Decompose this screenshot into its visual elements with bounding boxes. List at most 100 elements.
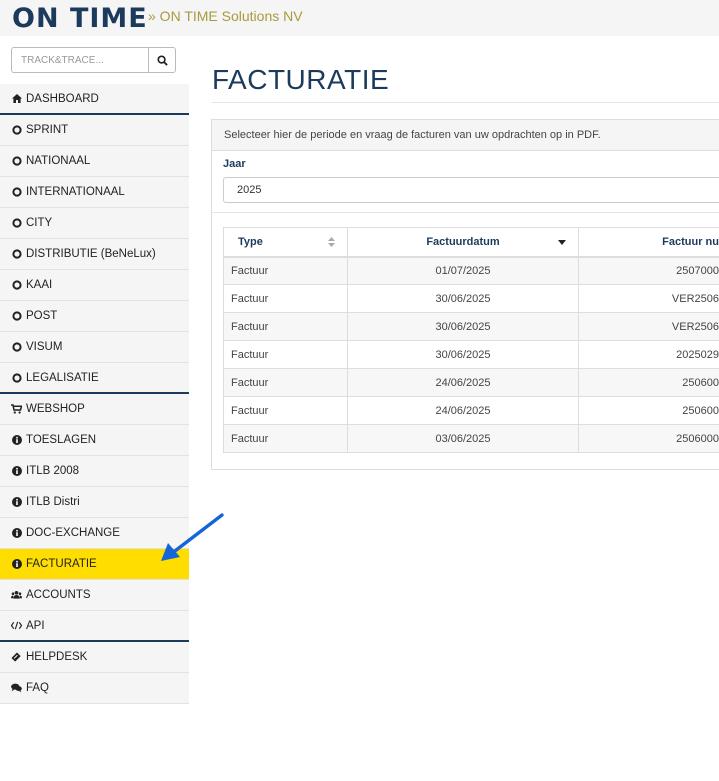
cell-invoice-number: 250600 xyxy=(578,368,719,397)
cell-invoice-number: VER2506 xyxy=(578,312,719,341)
sidebar-item-label: ITLB 2008 xyxy=(26,465,80,477)
circle-o-icon xyxy=(11,311,22,321)
sort-desc-icon xyxy=(558,240,566,245)
circle-o-icon xyxy=(11,187,22,197)
sidebar-item-city[interactable]: CITY xyxy=(0,208,189,239)
logo-text: ON TIME xyxy=(12,2,148,34)
cell-invoice-date: 30/06/2025 xyxy=(347,340,579,369)
circle-o-icon xyxy=(11,218,22,228)
code-icon xyxy=(11,621,22,630)
sidebar-item-faq[interactable]: FAQ xyxy=(0,673,189,704)
home-icon xyxy=(11,94,22,103)
year-label: Jaar xyxy=(223,158,246,170)
sidebar-item-label: ITLB Distri xyxy=(26,496,80,508)
cell-type: Factuur xyxy=(223,340,348,369)
column-header-label: Factuur nu xyxy=(662,235,719,248)
sidebar-item-distributie-benelux[interactable]: DISTRIBUTIE (BeNeLux) xyxy=(0,239,189,270)
table-row[interactable]: Factuur 30/06/2025 VER2506 xyxy=(223,312,719,341)
invoice-panel: Selecteer hier de periode en vraag de fa… xyxy=(211,119,719,470)
cell-invoice-number: 2506000 xyxy=(578,424,719,453)
sidebar-item-label: FACTURATIE xyxy=(26,558,97,570)
search-button[interactable] xyxy=(148,47,176,73)
column-header-label: Type xyxy=(238,235,263,248)
invoice-table: Type Factuurdatum Factuur nu Factuur 01/… xyxy=(223,227,719,453)
sidebar-item-itlb-2008[interactable]: ITLB 2008 xyxy=(0,456,189,487)
cell-type: Factuur xyxy=(223,284,348,313)
sidebar-item-accounts[interactable]: ACCOUNTS xyxy=(0,580,189,611)
table-header-row: Type Factuurdatum Factuur nu xyxy=(223,227,719,258)
circle-o-icon xyxy=(11,280,22,290)
on-time-logo[interactable]: ON TIME xyxy=(12,2,148,34)
table-row[interactable]: Factuur 24/06/2025 250600 xyxy=(223,396,719,425)
sidebar-item-label: DASHBOARD xyxy=(26,92,99,105)
table-row[interactable]: Factuur 24/06/2025 250600 xyxy=(223,368,719,397)
sidebar-item-legalisatie[interactable]: LEGALISATIE xyxy=(0,363,189,394)
filter-divider xyxy=(212,212,719,213)
column-header-date[interactable]: Factuurdatum xyxy=(347,227,579,258)
cell-invoice-number: 2507000 xyxy=(578,256,719,285)
sidebar-nav: DASHBOARD SPRINT NATIONAAL INTERNATIONAAL CI… xyxy=(0,84,189,704)
sidebar-item-label: NATIONAAL xyxy=(26,155,91,167)
breadcrumb[interactable]: » ON TIME Solutions NV xyxy=(148,8,303,24)
circle-o-icon xyxy=(11,125,22,135)
cell-invoice-number: 2025029 xyxy=(578,340,719,369)
cell-invoice-number: 250600 xyxy=(578,396,719,425)
sidebar-item-label: ACCOUNTS xyxy=(26,589,91,601)
column-header-type[interactable]: Type xyxy=(223,227,348,258)
sidebar-item-label: KAAI xyxy=(26,279,53,291)
top-bar: ON TIME » ON TIME Solutions NV xyxy=(0,0,719,36)
title-divider xyxy=(212,102,719,103)
sidebar-item-label: DOC-EXCHANGE xyxy=(26,527,120,539)
table-row[interactable]: Factuur 30/06/2025 VER2506 xyxy=(223,284,719,313)
main-content: FACTURATIE Selecteer hier de periode en … xyxy=(189,36,719,781)
page-title: FACTURATIE xyxy=(212,64,390,95)
sidebar-item-label: DISTRIBUTIE (BeNeLux) xyxy=(26,248,156,260)
cell-invoice-date: 30/06/2025 xyxy=(347,312,579,341)
sidebar-item-post[interactable]: POST xyxy=(0,301,189,332)
users-icon xyxy=(11,590,22,600)
sidebar-item-dashboard[interactable]: DASHBOARD xyxy=(0,84,189,115)
sidebar: DASHBOARD SPRINT NATIONAAL INTERNATIONAAL CI… xyxy=(0,36,189,781)
cell-type: Factuur xyxy=(223,424,348,453)
shopping-cart-icon xyxy=(11,404,22,414)
circle-o-icon xyxy=(11,342,22,352)
table-row[interactable]: Factuur 30/06/2025 2025029 xyxy=(223,340,719,369)
track-trace-search xyxy=(11,47,176,73)
sidebar-item-webshop[interactable]: WEBSHOP xyxy=(0,394,189,425)
sort-icon xyxy=(328,237,335,247)
info-circle-icon xyxy=(11,559,22,569)
info-circle-icon xyxy=(11,497,22,507)
sidebar-item-label: VISUM xyxy=(26,341,63,353)
column-header-number[interactable]: Factuur nu xyxy=(578,227,719,258)
table-row[interactable]: Factuur 01/07/2025 2507000 xyxy=(223,256,719,285)
sidebar-item-internationaal[interactable]: INTERNATIONAAL xyxy=(0,177,189,208)
sidebar-item-toeslagen[interactable]: TOESLAGEN xyxy=(0,425,189,456)
sidebar-item-sprint[interactable]: SPRINT xyxy=(0,115,189,146)
sidebar-item-label: CITY xyxy=(26,217,53,229)
sidebar-item-api[interactable]: API xyxy=(0,611,189,642)
sidebar-item-kaai[interactable]: KAAI xyxy=(0,270,189,301)
info-circle-icon xyxy=(11,528,22,538)
cell-invoice-date: 01/07/2025 xyxy=(347,256,579,285)
year-select[interactable]: 2025 xyxy=(223,177,719,203)
table-row[interactable]: Factuur 03/06/2025 2506000 xyxy=(223,424,719,453)
ticket-icon xyxy=(11,652,22,662)
sidebar-item-label: SPRINT xyxy=(26,124,69,136)
sidebar-item-label: INTERNATIONAAL xyxy=(26,186,125,198)
sidebar-item-visum[interactable]: VISUM xyxy=(0,332,189,363)
info-circle-icon xyxy=(11,435,22,445)
sidebar-item-label: POST xyxy=(26,310,58,322)
annotation-arrow-icon xyxy=(161,513,224,561)
sidebar-item-nationaal[interactable]: NATIONAAL xyxy=(0,146,189,177)
panel-heading: Selecteer hier de periode en vraag de fa… xyxy=(212,120,719,151)
sidebar-item-label: API xyxy=(26,619,45,632)
info-circle-icon xyxy=(11,466,22,476)
cell-type: Factuur xyxy=(223,256,348,285)
sidebar-item-helpdesk[interactable]: HELPDESK xyxy=(0,642,189,673)
circle-o-icon xyxy=(11,156,22,166)
circle-o-icon xyxy=(11,372,22,383)
sidebar-item-label: FAQ xyxy=(26,682,50,694)
track-trace-input[interactable] xyxy=(11,47,148,73)
cell-type: Factuur xyxy=(223,312,348,341)
column-header-label: Factuurdatum xyxy=(426,235,500,248)
